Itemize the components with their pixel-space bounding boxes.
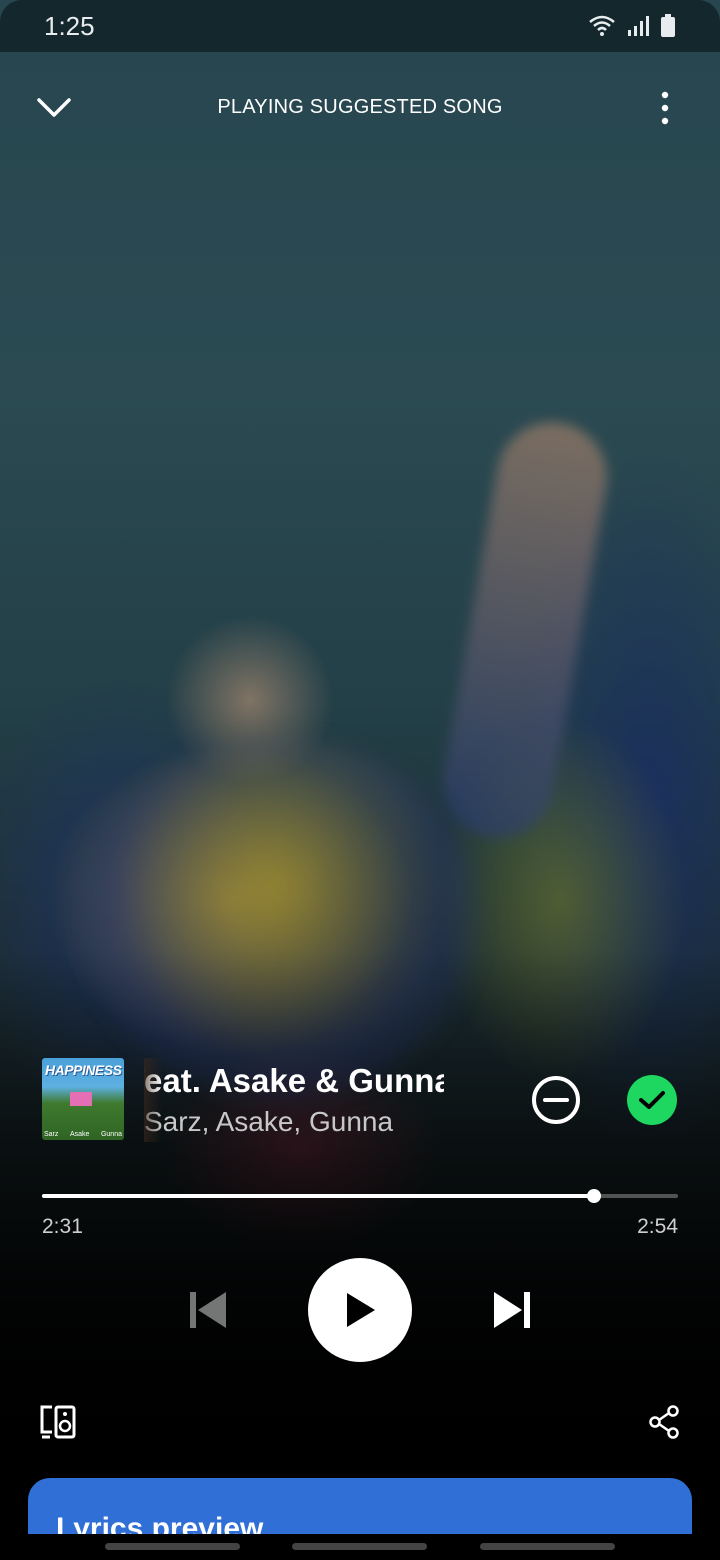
lyrics-preview-title: Lyrics preview xyxy=(56,1512,264,1534)
skip-previous-icon xyxy=(190,1292,226,1328)
player-header: PLAYING SUGGESTED SONG xyxy=(0,80,720,136)
track-title: Happiness (feat. Asake & Gunna) xyxy=(144,1062,444,1099)
skip-next-icon xyxy=(494,1292,530,1328)
album-cover-credits: Sarz Asake Gunna xyxy=(44,1131,122,1138)
system-nav-bar xyxy=(0,1534,720,1560)
wifi-icon xyxy=(589,15,615,36)
elapsed-time: 2:31 xyxy=(42,1215,83,1238)
play-button[interactable] xyxy=(308,1258,412,1362)
saved-button[interactable] xyxy=(627,1075,677,1125)
status-icons xyxy=(588,14,676,38)
album-cover-credit: Asake xyxy=(69,1131,90,1138)
devices-icon xyxy=(40,1405,76,1439)
progress-fill xyxy=(42,1194,595,1198)
album-cover-house xyxy=(70,1092,92,1106)
nav-home[interactable] xyxy=(292,1543,427,1550)
album-cover-credit: Gunna xyxy=(100,1131,122,1138)
header-title: PLAYING SUGGESTED SONG xyxy=(217,96,503,118)
signal-icon xyxy=(628,16,649,36)
play-icon xyxy=(347,1293,375,1327)
share-icon xyxy=(649,1405,679,1439)
more-options-button[interactable] xyxy=(645,88,685,128)
background-figure-body xyxy=(80,740,480,1100)
hide-song-button[interactable] xyxy=(530,1074,582,1126)
nav-back[interactable] xyxy=(480,1543,615,1550)
more-vertical-icon xyxy=(661,91,669,125)
nav-recents[interactable] xyxy=(105,1543,240,1550)
album-cover-credit: Sarz xyxy=(44,1131,59,1138)
status-time: 1:25 xyxy=(44,10,95,41)
previous-button[interactable] xyxy=(186,1286,230,1334)
progress-bar[interactable] xyxy=(42,1187,678,1205)
connect-device-button[interactable] xyxy=(38,1404,78,1440)
progress-knob[interactable] xyxy=(587,1189,602,1203)
share-button[interactable] xyxy=(648,1404,680,1440)
battery-icon xyxy=(661,14,675,37)
minus-circle-icon xyxy=(532,1076,580,1124)
marquee-fade xyxy=(144,1058,162,1142)
check-icon xyxy=(639,1091,665,1109)
track-text[interactable]: Happiness (feat. Asake & Gunna) Sarz, As… xyxy=(144,1058,444,1142)
next-button[interactable] xyxy=(490,1286,534,1334)
album-cover[interactable]: HAPPINESS Sarz Asake Gunna xyxy=(42,1058,124,1140)
album-cover-title: HAPPINESS xyxy=(45,1062,122,1078)
status-bar: 1:25 xyxy=(0,0,720,52)
lyrics-preview-card[interactable]: Lyrics preview xyxy=(28,1478,692,1534)
track-info: HAPPINESS Sarz Asake Gunna Happiness (fe… xyxy=(42,1058,682,1142)
track-artists[interactable]: Sarz, Asake, Gunna xyxy=(144,1106,393,1138)
total-time: 2:54 xyxy=(637,1215,678,1238)
